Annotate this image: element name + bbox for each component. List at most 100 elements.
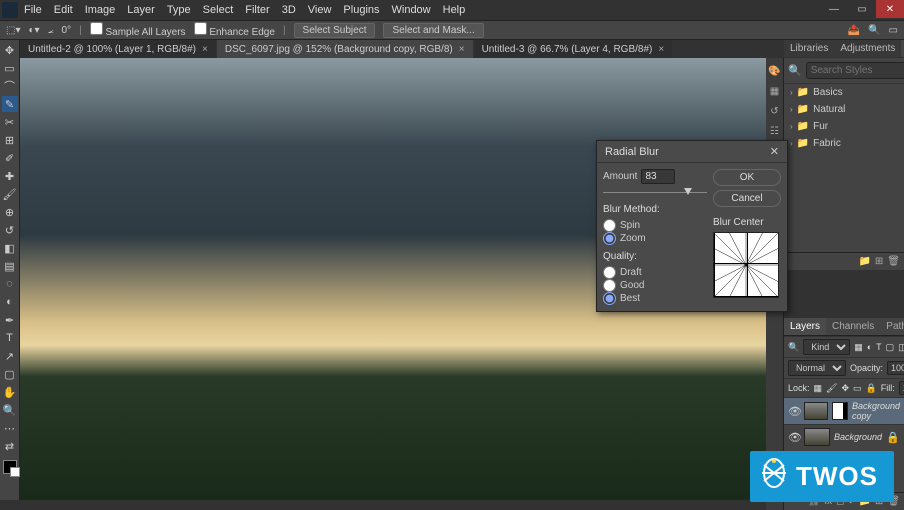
enhance-edge-checkbox[interactable]: Enhance Edge: [194, 22, 275, 38]
dodge-tool[interactable]: ◐: [2, 294, 18, 310]
menu-view[interactable]: View: [308, 4, 332, 16]
frame-tool[interactable]: ⊞: [2, 132, 18, 148]
hand-tool[interactable]: ✋: [2, 384, 18, 400]
menu-file[interactable]: File: [24, 4, 42, 16]
menu-type[interactable]: Type: [167, 4, 191, 16]
tab-channels[interactable]: Channels: [826, 318, 880, 335]
amount-slider[interactable]: [603, 188, 707, 198]
menu-edit[interactable]: Edit: [54, 4, 73, 16]
document-tab[interactable]: Untitled-3 @ 66.7% (Layer 4, RGB/8#)×: [474, 40, 673, 58]
layer-thumbnail[interactable]: [804, 428, 830, 446]
filter-adjustment-icon[interactable]: ◐: [867, 342, 872, 352]
tab-close-icon[interactable]: ×: [202, 44, 208, 55]
new-folder-icon[interactable]: 📁: [858, 256, 870, 267]
search-icon[interactable]: 🔍: [868, 25, 880, 36]
quality-good-radio[interactable]: Good: [603, 279, 707, 292]
quality-best-radio[interactable]: Best: [603, 292, 707, 305]
tab-adjustments[interactable]: Adjustments: [834, 40, 901, 57]
sample-all-layers-checkbox[interactable]: Sample All Layers: [90, 22, 186, 38]
style-folder[interactable]: ›📁Fur: [784, 118, 904, 135]
foreground-background-swatch[interactable]: [3, 460, 17, 474]
menu-window[interactable]: Window: [392, 4, 431, 16]
menu-layer[interactable]: Layer: [127, 4, 155, 16]
crop-tool[interactable]: ✂: [2, 114, 18, 130]
maximize-button[interactable]: ▭: [848, 0, 876, 18]
lock-artboard-icon[interactable]: ▭: [853, 383, 862, 394]
layer-thumbnail[interactable]: [804, 402, 828, 420]
dialog-close-icon[interactable]: ✕: [770, 145, 779, 158]
document-tab[interactable]: Untitled-2 @ 100% (Layer 1, RGB/8#)×: [20, 40, 216, 58]
workspace-icon[interactable]: ▭: [889, 25, 898, 36]
select-subject-button[interactable]: Select Subject: [294, 23, 376, 38]
layer-name[interactable]: Background copy: [852, 401, 900, 421]
tab-close-icon[interactable]: ×: [658, 44, 664, 55]
swatches-panel-icon[interactable]: ▦: [768, 84, 782, 98]
history-panel-icon[interactable]: ↺: [768, 104, 782, 118]
tool-preset-icon[interactable]: ⬚▾: [6, 25, 20, 36]
share-icon[interactable]: 📤: [848, 25, 860, 36]
lasso-tool[interactable]: ⌒: [2, 78, 18, 94]
tab-libraries[interactable]: Libraries: [784, 40, 834, 57]
menu-plugins[interactable]: Plugins: [343, 4, 379, 16]
menu-filter[interactable]: Filter: [245, 4, 269, 16]
rectangle-tool[interactable]: ▢: [2, 366, 18, 382]
layer-row[interactable]: 👁 Background 🔒: [784, 424, 904, 449]
method-zoom-radio[interactable]: Zoom: [603, 232, 707, 245]
menu-image[interactable]: Image: [85, 4, 116, 16]
filter-kind-select[interactable]: Kind: [803, 339, 850, 355]
layer-row[interactable]: 👁 Background copy: [784, 397, 904, 424]
style-folder[interactable]: ›📁Natural: [784, 101, 904, 118]
filter-pixel-icon[interactable]: ▦: [854, 342, 863, 353]
visibility-icon[interactable]: 👁: [788, 431, 800, 444]
method-spin-radio[interactable]: Spin: [603, 219, 707, 232]
filter-shape-icon[interactable]: ▢: [886, 342, 895, 353]
angle-icon[interactable]: ⦟: [48, 25, 54, 36]
ok-button[interactable]: OK: [713, 169, 781, 186]
angle-value[interactable]: 0°: [62, 25, 72, 36]
blur-tool[interactable]: ◌: [2, 276, 18, 292]
blend-mode-select[interactable]: Normal: [788, 360, 846, 376]
quick-selection-tool[interactable]: ✎: [2, 96, 18, 112]
lock-position-icon[interactable]: ✥: [841, 383, 849, 394]
marquee-tool[interactable]: ▭: [2, 60, 18, 76]
lock-transparency-icon[interactable]: ▦: [814, 383, 823, 394]
menu-select[interactable]: Select: [203, 4, 234, 16]
style-folder[interactable]: ›📁Basics: [784, 84, 904, 101]
eyedropper-tool[interactable]: ✐: [2, 150, 18, 166]
brush-preset-icon[interactable]: ◐▾: [28, 25, 39, 36]
healing-brush-tool[interactable]: ✚: [2, 168, 18, 184]
menu-help[interactable]: Help: [443, 4, 466, 16]
tab-close-icon[interactable]: ×: [459, 44, 465, 55]
style-folder[interactable]: ›📁Fabric: [784, 135, 904, 152]
minimize-button[interactable]: —: [820, 0, 848, 18]
properties-panel-icon[interactable]: ☷: [768, 124, 782, 138]
filter-kind-icon[interactable]: 🔍: [788, 342, 799, 353]
visibility-icon[interactable]: 👁: [788, 405, 800, 418]
history-brush-tool[interactable]: ↺: [2, 222, 18, 238]
tab-paths[interactable]: Paths: [880, 318, 904, 335]
close-button[interactable]: ✕: [876, 0, 904, 18]
select-and-mask-button[interactable]: Select and Mask...: [383, 23, 483, 38]
trash-icon[interactable]: 🗑: [887, 256, 900, 267]
layer-mask-thumbnail[interactable]: [832, 402, 848, 420]
lock-brush-icon[interactable]: 🖌: [826, 383, 837, 394]
eraser-tool[interactable]: ◧: [2, 240, 18, 256]
menu-3d[interactable]: 3D: [282, 4, 296, 16]
more-tools[interactable]: ⋯: [2, 420, 18, 436]
type-tool[interactable]: T: [2, 330, 18, 346]
zoom-tool[interactable]: 🔍: [2, 402, 18, 418]
lock-all-icon[interactable]: 🔒: [866, 383, 877, 394]
gradient-tool[interactable]: ▤: [2, 258, 18, 274]
amount-input[interactable]: [641, 169, 675, 184]
opacity-input[interactable]: [887, 361, 904, 375]
blur-center-preview[interactable]: [713, 232, 779, 298]
search-styles-input[interactable]: [806, 62, 904, 79]
new-style-icon[interactable]: ⊞: [875, 256, 883, 267]
clone-stamp-tool[interactable]: ⊕: [2, 204, 18, 220]
path-tool[interactable]: ↗: [2, 348, 18, 364]
layer-name[interactable]: Background: [834, 432, 882, 442]
move-tool[interactable]: ✥: [2, 42, 18, 58]
cancel-button[interactable]: Cancel: [713, 190, 781, 207]
filter-smart-icon[interactable]: ◫: [898, 342, 904, 353]
filter-type-icon[interactable]: T: [876, 342, 882, 352]
